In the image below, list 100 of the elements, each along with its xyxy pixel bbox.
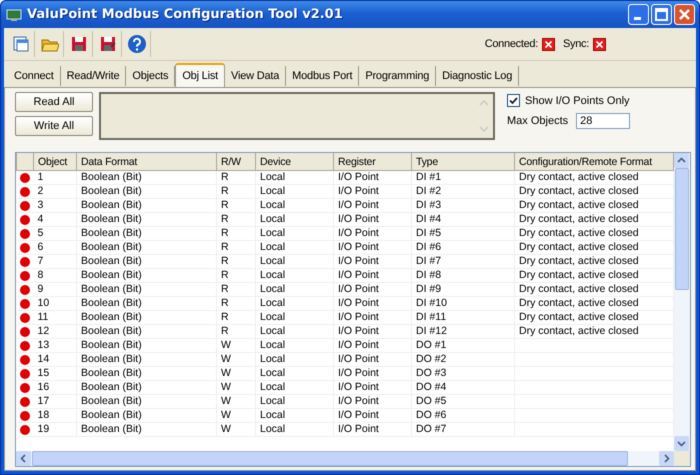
table-cell: W bbox=[221, 367, 231, 379]
status-dot-icon bbox=[20, 340, 30, 350]
column-header[interactable]: Object bbox=[34, 153, 76, 170]
table-cell: I/O Point bbox=[338, 325, 379, 337]
table-cell: DO #6 bbox=[416, 409, 446, 421]
table-cell: Boolean (Bit) bbox=[81, 227, 142, 239]
table-cell: I/O Point bbox=[338, 283, 379, 295]
table-cell: I/O Point bbox=[338, 381, 379, 393]
table-cell: Dry contact, active closed bbox=[519, 241, 639, 253]
table-cell: Local bbox=[260, 367, 286, 379]
column-header[interactable]: Configuration/Remote Format bbox=[514, 153, 674, 170]
table-cell: Local bbox=[260, 213, 286, 225]
table-cell: I/O Point bbox=[338, 353, 379, 365]
tab[interactable]: View Data bbox=[225, 66, 286, 86]
table-cell: W bbox=[221, 339, 231, 351]
table-cell: I/O Point bbox=[338, 199, 379, 211]
table-cell: I/O Point bbox=[338, 213, 379, 225]
table-cell: Local bbox=[260, 297, 286, 309]
table-cell: R bbox=[221, 283, 229, 295]
close-button[interactable] bbox=[674, 4, 695, 25]
scroll-down-icon[interactable] bbox=[674, 436, 689, 451]
checkbox[interactable] bbox=[507, 94, 520, 107]
horizontal-scrollbar[interactable] bbox=[16, 451, 690, 466]
vertical-scrollbar[interactable] bbox=[674, 153, 690, 451]
scroll-up-icon[interactable] bbox=[674, 153, 689, 168]
status-dot-icon bbox=[20, 242, 30, 252]
table-cell: Dry contact, active closed bbox=[519, 283, 639, 295]
action-button[interactable]: Write All bbox=[15, 116, 93, 136]
column-header[interactable]: Type bbox=[412, 153, 514, 170]
table-cell: I/O Point bbox=[338, 367, 379, 379]
max-objects-field[interactable]: 28 bbox=[576, 113, 630, 129]
table-cell: DI #9 bbox=[416, 283, 442, 295]
status-dot-icon bbox=[20, 214, 30, 224]
status-dot-icon bbox=[20, 298, 30, 308]
table-cell: 7 bbox=[38, 255, 44, 267]
scroll-left-icon[interactable] bbox=[16, 451, 31, 466]
table-cell: Dry contact, active closed bbox=[519, 213, 639, 225]
table-cell: Boolean (Bit) bbox=[81, 311, 142, 323]
table-cell: DO #3 bbox=[416, 367, 446, 379]
table-cell: DI #4 bbox=[416, 213, 442, 225]
status-dot-icon bbox=[20, 424, 30, 434]
table-cell: R bbox=[221, 311, 229, 323]
action-button[interactable]: Read All bbox=[15, 92, 93, 112]
minimize-button[interactable] bbox=[628, 4, 649, 25]
app-icon bbox=[6, 8, 22, 22]
table-cell: Dry contact, active closed bbox=[519, 255, 639, 267]
tab[interactable]: Obj List bbox=[175, 63, 226, 87]
status-dot-icon bbox=[20, 326, 30, 336]
status-dot-icon bbox=[20, 228, 30, 238]
status-dot-icon bbox=[20, 396, 30, 406]
table-cell: 2 bbox=[38, 185, 44, 197]
table-cell: I/O Point bbox=[338, 395, 379, 407]
table-cell: DI #3 bbox=[416, 199, 442, 211]
scrollbar-corner bbox=[674, 451, 690, 466]
table-cell: DI #7 bbox=[416, 255, 442, 267]
table-cell: Local bbox=[260, 409, 286, 421]
table-cell: R bbox=[221, 213, 229, 225]
table-cell: DI #10 bbox=[416, 297, 447, 309]
table-cell: Dry contact, active closed bbox=[519, 199, 639, 211]
table-cell: I/O Point bbox=[338, 241, 379, 253]
column-header[interactable]: Data Format bbox=[76, 153, 216, 170]
table-cell: Local bbox=[260, 185, 286, 197]
table-cell: Boolean (Bit) bbox=[81, 381, 142, 393]
column-header[interactable]: Device bbox=[256, 153, 334, 170]
maximize-button[interactable] bbox=[651, 4, 672, 25]
tab[interactable]: Programming bbox=[359, 66, 436, 86]
table-cell: DO #1 bbox=[416, 339, 446, 351]
table-cell: Boolean (Bit) bbox=[81, 171, 142, 183]
tab[interactable]: Modbus Port bbox=[286, 66, 360, 86]
window-title: ValuPoint Modbus Configuration Tool v2.01 bbox=[27, 7, 343, 22]
table-cell: Boolean (Bit) bbox=[81, 423, 142, 435]
table-cell: Boolean (Bit) bbox=[81, 367, 142, 379]
status-dot-icon bbox=[20, 382, 30, 392]
scroll-right-icon[interactable] bbox=[659, 451, 674, 466]
table-cell: 11 bbox=[38, 311, 48, 323]
table-cell: Boolean (Bit) bbox=[81, 213, 142, 225]
table-cell: Dry contact, active closed bbox=[519, 227, 639, 239]
table-cell: Dry contact, active closed bbox=[519, 311, 639, 323]
checkbox-label: Show I/O Points Only bbox=[525, 94, 630, 106]
column-header[interactable]: R/W bbox=[216, 153, 256, 170]
table-cell: DI #6 bbox=[416, 241, 442, 253]
table-cell: R bbox=[221, 255, 229, 267]
tab[interactable]: Diagnostic Log bbox=[436, 66, 520, 86]
status-dot-icon bbox=[20, 270, 30, 280]
table-cell: I/O Point bbox=[338, 409, 379, 421]
table-cell: 6 bbox=[38, 241, 44, 253]
table-cell: Local bbox=[260, 423, 286, 435]
table-cell: 3 bbox=[38, 199, 44, 211]
tab[interactable]: Connect bbox=[8, 66, 61, 86]
table-cell: Local bbox=[260, 311, 286, 323]
table-cell: Boolean (Bit) bbox=[81, 185, 142, 197]
table-cell: DO #2 bbox=[416, 353, 446, 365]
tab[interactable]: Read/Write bbox=[60, 66, 126, 86]
table-cell: Dry contact, active closed bbox=[519, 185, 639, 197]
column-header[interactable]: Register bbox=[334, 153, 412, 170]
table-cell: 8 bbox=[38, 269, 44, 281]
table-cell: Boolean (Bit) bbox=[81, 339, 142, 351]
status-dot-icon bbox=[20, 410, 30, 420]
status-dot-icon bbox=[20, 186, 30, 196]
table-cell: Local bbox=[260, 353, 286, 365]
